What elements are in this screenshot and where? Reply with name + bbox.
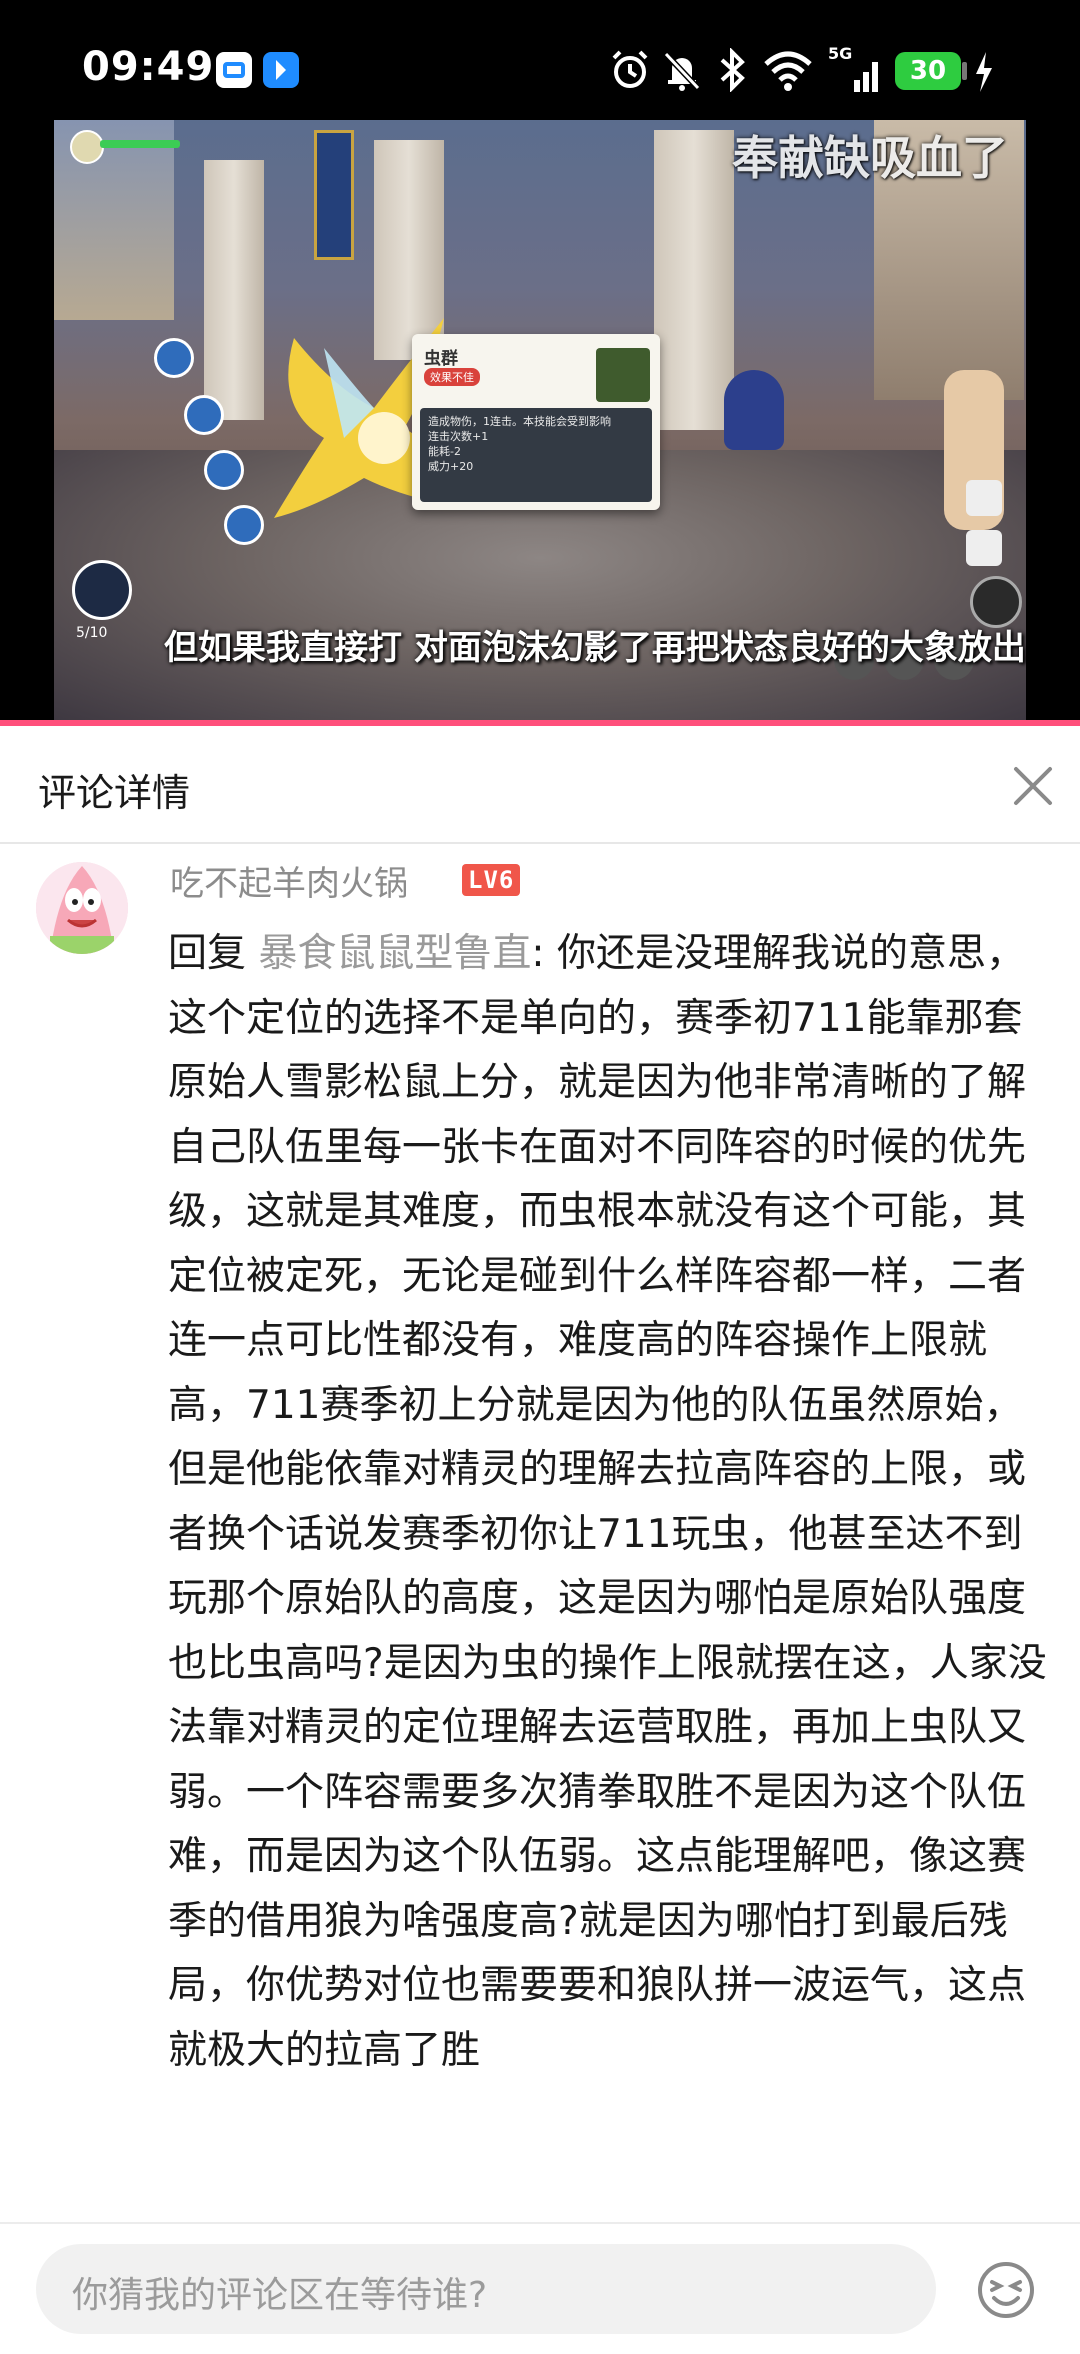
close-icon[interactable] (1010, 763, 1056, 809)
signal-icon (854, 62, 878, 92)
skill-card-body: 造成物伤，1连击。本技能会受到影响 连击次数+1 能耗-2 威力+20 (420, 408, 652, 502)
comment-input-placeholder[interactable]: 你猜我的评论区在等待谁? (72, 2266, 487, 2318)
status-time: 09:49 (82, 44, 215, 90)
skill-card: 虫群 效果不佳 造成物伤，1连击。本技能会受到影响 连击次数+1 能耗-2 威力… (412, 334, 660, 510)
team-member-icon[interactable] (154, 338, 194, 378)
comment-username[interactable]: 吃不起羊肉火锅 (170, 856, 408, 905)
banner (314, 130, 354, 260)
video-player[interactable]: 5/10 虫群 效果不佳 造成物伤，1连击。本技能会受到影响 连击次数+1 能耗… (0, 120, 1080, 726)
reply-prefix: 回复 (168, 931, 259, 976)
comment-content: : 你还是没理解我说的意思，这个定位的选择不是单向的，赛季初711能靠那套原始人… (168, 931, 1047, 2073)
mute-bell-icon (663, 51, 701, 91)
bluetooth-icon (720, 48, 745, 92)
battle-report-button[interactable] (966, 530, 1002, 566)
battery-indicator: 30 (895, 52, 961, 90)
status-bar: 09:49 5G 30 (0, 0, 1080, 120)
wifi-icon (764, 51, 812, 91)
skill-icon (596, 348, 650, 402)
video-subtitle: 但如果我直接打 对面泡沫幻影了再把状态良好的大象放出来 (164, 628, 1026, 668)
skill-card-tag: 效果不佳 (424, 368, 480, 386)
team-member-icon[interactable] (184, 395, 224, 435)
notification-app-icon (216, 52, 252, 88)
skill-orb-icon[interactable] (72, 560, 132, 620)
alarm-icon (612, 50, 648, 88)
charging-icon (976, 52, 992, 92)
comment-detail-header: 评论详情 (0, 726, 1080, 844)
page-title: 评论详情 (38, 771, 191, 815)
avatar[interactable] (36, 862, 128, 954)
comment-text: 回复 暴食鼠鼠型鲁直: 你还是没理解我说的意思，这个定位的选择不是单向的，赛季初… (168, 922, 1050, 2212)
skill-card-title: 虫群 (424, 349, 458, 369)
danmaku-comment: 奉献缺吸血了 (732, 131, 1008, 185)
reply-to-user[interactable]: 暴食鼠鼠型鲁直 (258, 931, 531, 976)
team-member-icon[interactable] (204, 450, 244, 490)
video-frame[interactable]: 5/10 虫群 效果不佳 造成物伤，1连击。本技能会受到影响 连击次数+1 能耗… (54, 120, 1026, 720)
opponent-sprite (724, 370, 784, 450)
patrick-avatar-icon (36, 862, 128, 954)
chat-button[interactable] (966, 480, 1002, 516)
emoji-icon[interactable] (976, 2260, 1036, 2320)
player-hud (60, 120, 210, 180)
notification-app-icon-2 (263, 52, 299, 88)
level-badge: LV6 (462, 864, 521, 896)
hud-counter: 5/10 (76, 625, 108, 641)
